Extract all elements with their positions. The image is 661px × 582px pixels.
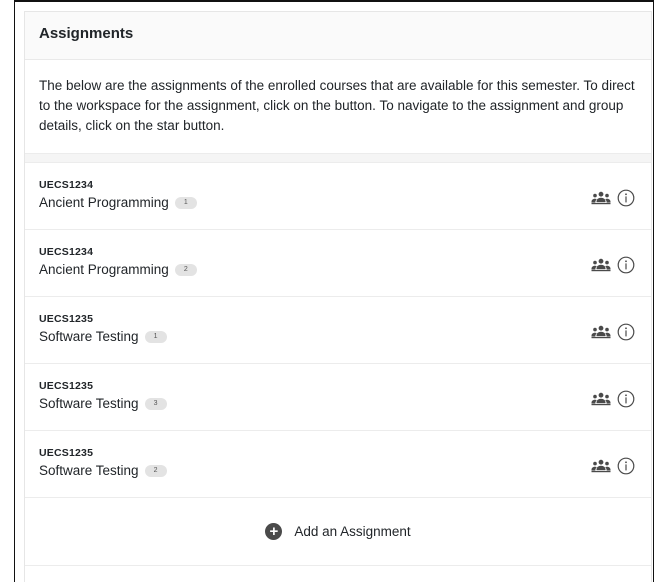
course-code: UECS1234 <box>39 179 94 191</box>
assignment-row[interactable]: UECS1235 Software Testing 2 <box>25 431 651 498</box>
course-code: UECS1234 <box>39 246 94 258</box>
group-icon[interactable] <box>591 258 611 272</box>
group-icon[interactable] <box>591 392 611 406</box>
list-divider <box>25 154 651 163</box>
course-name: Software Testing <box>39 463 139 478</box>
course-code: UECS1235 <box>39 313 94 325</box>
card-title: Assignments <box>25 12 651 60</box>
assignment-number-badge: 2 <box>144 465 167 477</box>
add-assignment-button[interactable]: + Add an Assignment <box>25 498 651 566</box>
course-name: Ancient Programming <box>39 262 169 277</box>
course-code: UECS1235 <box>39 447 94 459</box>
info-icon[interactable] <box>617 390 635 408</box>
group-icon[interactable] <box>591 191 611 205</box>
info-icon[interactable] <box>617 256 635 274</box>
course-name: Software Testing <box>39 329 139 344</box>
course-name: Ancient Programming <box>39 195 169 210</box>
course-name: Software Testing <box>39 396 139 411</box>
app-frame: Assignments The below are the assignment… <box>14 0 654 582</box>
info-icon[interactable] <box>617 457 635 475</box>
group-icon[interactable] <box>591 459 611 473</box>
assignment-row[interactable]: UECS1235 Software Testing 3 <box>25 364 651 431</box>
course-code: UECS1235 <box>39 380 94 392</box>
add-assignment-label: Add an Assignment <box>294 524 411 539</box>
assignment-number-badge: 3 <box>144 398 167 410</box>
assignment-row[interactable]: UECS1235 Software Testing 1 <box>25 297 651 364</box>
assignment-row[interactable]: UECS1234 Ancient Programming 2 <box>25 230 651 297</box>
info-icon[interactable] <box>617 189 635 207</box>
assignment-number-badge: 1 <box>144 331 167 343</box>
assignment-number-badge: 1 <box>174 197 197 209</box>
plus-circle-icon: + <box>265 523 283 540</box>
intro-text: The below are the assignments of the enr… <box>25 60 651 154</box>
group-icon[interactable] <box>591 325 611 339</box>
assignment-row[interactable]: UECS1234 Ancient Programming 1 <box>25 163 651 230</box>
assignments-card: Assignments The below are the assignment… <box>24 11 652 582</box>
assignment-number-badge: 2 <box>174 264 197 276</box>
info-icon[interactable] <box>617 323 635 341</box>
assignment-list: UECS1234 Ancient Programming 1 UECS1234 <box>25 163 651 498</box>
